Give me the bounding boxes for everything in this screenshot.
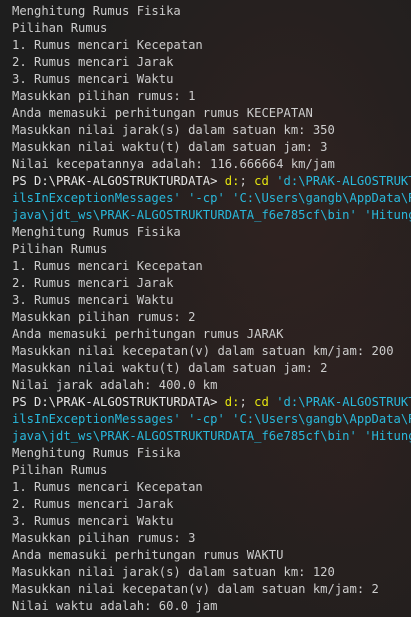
- output-line: 1. Rumus mencari Kecepatan: [12, 480, 203, 494]
- output-line: Masukkan pilihan rumus: 2: [12, 310, 196, 324]
- output-line: Masukkan nilai waktu(t) dalam satuan jam…: [12, 361, 328, 375]
- command-path: 'd:\PRAK-ALGOSTRUKTU: [268, 395, 411, 409]
- output-line: Anda memasuki perhitungan rumus WAKTU: [12, 548, 284, 562]
- output-line: 1. Rumus mencari Kecepatan: [12, 259, 203, 273]
- program-output-block: Menghitung Rumus Fisika Pilihan Rumus 1.…: [12, 224, 411, 394]
- output-line: Masukkan pilihan rumus: 1: [12, 89, 196, 103]
- output-line: Pilihan Rumus: [12, 463, 108, 477]
- program-output-block: Menghitung Rumus Fisika Pilihan Rumus 1.…: [12, 445, 411, 615]
- output-line: Nilai waktu adalah: 60.0 jam: [12, 599, 218, 613]
- output-line: Nilai jarak adalah: 400.0 km: [12, 378, 218, 392]
- command-prompt-line: PS D:\PRAK-ALGOSTRUKTURDATA> d:; cd 'd:\…: [12, 394, 411, 411]
- output-line: Menghitung Rumus Fisika: [12, 225, 181, 239]
- command-cd: cd: [254, 395, 269, 409]
- output-line: 2. Rumus mencari Jarak: [12, 497, 174, 511]
- output-line: 2. Rumus mencari Jarak: [12, 276, 174, 290]
- terminal-panel[interactable]: Menghitung Rumus Fisika Pilihan Rumus 1.…: [0, 0, 411, 617]
- command-wrap-line: ilsInExceptionMessages' '-cp' 'C:\Users\…: [12, 191, 411, 205]
- output-line: 3. Rumus mencari Waktu: [12, 72, 174, 86]
- output-line: Masukkan nilai jarak(s) dalam satuan km:…: [12, 565, 335, 579]
- output-line: Nilai kecepatannya adalah: 116.666664 km…: [12, 157, 335, 171]
- output-line: Anda memasuki perhitungan rumus KECEPATA…: [12, 106, 313, 120]
- output-line: Masukkan nilai jarak(s) dalam satuan km:…: [12, 123, 335, 137]
- output-line: 3. Rumus mencari Waktu: [12, 514, 174, 528]
- command-cd: cd: [254, 174, 269, 188]
- output-line: 1. Rumus mencari Kecepatan: [12, 38, 203, 52]
- command-path: 'd:\PRAK-ALGOSTRUKTU: [268, 174, 411, 188]
- output-line: Menghitung Rumus Fisika: [12, 446, 181, 460]
- output-line: Masukkan nilai kecepatan(v) dalam satuan…: [12, 582, 379, 596]
- output-line: 3. Rumus mencari Waktu: [12, 293, 174, 307]
- output-line: 2. Rumus mencari Jarak: [12, 55, 174, 69]
- program-output-block: Menghitung Rumus Fisika Pilihan Rumus 1.…: [12, 3, 411, 173]
- output-line: Pilihan Rumus: [12, 21, 108, 35]
- output-line: Pilihan Rumus: [12, 242, 108, 256]
- command-drive: d:: [224, 174, 240, 188]
- output-line: Masukkan nilai waktu(t) dalam satuan jam…: [12, 140, 328, 154]
- command-separator: ;: [239, 174, 255, 188]
- command-wrap-line: ilsInExceptionMessages' '-cp' 'C:\Users\…: [12, 412, 411, 426]
- prompt-text: PS D:\PRAK-ALGOSTRUKTURDATA>: [12, 395, 225, 409]
- output-line: Menghitung Rumus Fisika: [12, 4, 181, 18]
- command-wrap-line: java\jdt_ws\PRAK-ALGOSTRUKTURDATA_f6e785…: [12, 429, 411, 443]
- output-line: Masukkan nilai kecepatan(v) dalam satuan…: [12, 344, 394, 358]
- prompt-text: PS D:\PRAK-ALGOSTRUKTURDATA>: [12, 174, 225, 188]
- command-separator: ;: [239, 395, 255, 409]
- command-wrap-line: java\jdt_ws\PRAK-ALGOSTRUKTURDATA_f6e785…: [12, 208, 411, 222]
- command-prompt-line: PS D:\PRAK-ALGOSTRUKTURDATA> d:; cd 'd:\…: [12, 173, 411, 190]
- output-line: Anda memasuki perhitungan rumus JARAK: [12, 327, 284, 341]
- command-drive: d:: [224, 395, 240, 409]
- output-line: Masukkan pilihan rumus: 3: [12, 531, 196, 545]
